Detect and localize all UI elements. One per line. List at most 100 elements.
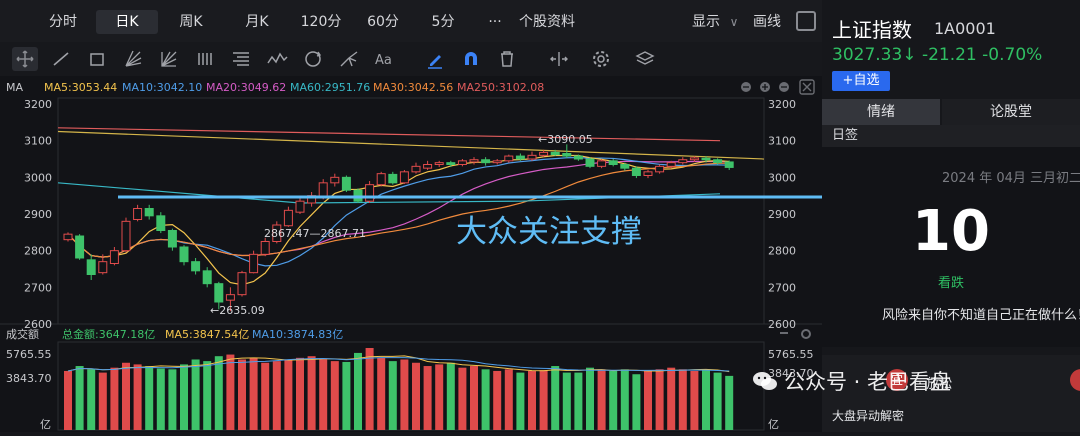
volume-bar (725, 375, 734, 430)
candle (631, 167, 641, 176)
volume-bar (98, 372, 107, 430)
draw-line-button[interactable]: 画线 (750, 10, 784, 34)
tab-120min[interactable]: 120分 (295, 10, 347, 34)
volume-bar (110, 367, 119, 430)
candle (365, 184, 375, 202)
text-tool-icon[interactable]: Aa (372, 47, 398, 71)
price-tick-right: 2800 (768, 245, 796, 258)
candle (608, 160, 618, 166)
volume-bar (586, 367, 594, 430)
volume-bar (481, 369, 490, 430)
magnet-icon[interactable] (458, 47, 484, 71)
price-tick-right: 2600 (768, 318, 796, 331)
candle (597, 160, 607, 167)
volume-bar (504, 369, 513, 430)
volume-bar (655, 369, 664, 430)
candle (423, 164, 433, 169)
volume-bar (528, 370, 536, 430)
tab-forum[interactable]: 论股堂 (942, 99, 1080, 125)
volume-bar (400, 359, 409, 430)
volume-bar (145, 366, 154, 430)
candle (724, 161, 734, 168)
volume-bar (342, 361, 351, 430)
daily-sign-label: 日签 (832, 128, 859, 143)
calendar-quote: 风险来自你不知道自己正在做什么！ (882, 308, 1080, 323)
volume-bar (319, 359, 328, 430)
volume-bar (620, 369, 629, 430)
zoom-horizontal-icon[interactable] (546, 47, 572, 71)
fibonacci-tool-icon[interactable] (228, 47, 254, 71)
tab-60min[interactable]: 60分 (360, 10, 406, 34)
candle (515, 155, 525, 160)
volume-bar (64, 370, 72, 430)
volume-bar (644, 370, 652, 430)
tab-more[interactable]: ··· (480, 10, 510, 34)
volume-bar (261, 362, 270, 430)
candle (504, 155, 514, 162)
daily-calendar-card: 2024 年 04月 三月初二 10 看跌 风险来自你不知道自己正在做什么！ (822, 147, 1080, 347)
chevron-down-icon[interactable]: ∨ (724, 10, 744, 34)
candle (109, 250, 119, 265)
volume-bar (249, 357, 258, 430)
volume-bar (180, 364, 188, 430)
gear-icon[interactable] (588, 47, 614, 71)
candle (643, 171, 653, 177)
volume-bar (667, 367, 676, 430)
volume-bar (75, 366, 84, 430)
volume-axis-max-right: 5765.55 (768, 348, 814, 361)
candle (225, 294, 235, 301)
fan-tool-icon[interactable] (120, 47, 146, 71)
candle (63, 233, 73, 241)
pen-icon[interactable] (422, 47, 448, 71)
tab-minute[interactable]: 分时 (40, 10, 86, 34)
candle (411, 165, 421, 173)
wechat-icon (752, 370, 778, 392)
volume-bar (470, 366, 478, 430)
cycle-tool-icon[interactable] (192, 47, 218, 71)
candle (678, 159, 688, 164)
volume-bar (272, 361, 281, 430)
tab-month-k[interactable]: 月K (232, 10, 282, 34)
volume-bar (551, 366, 560, 430)
kline-chart[interactable]: MA MA5:3053.44 MA10:3042.10 MA20:3049.62… (0, 76, 922, 432)
volume-bar (539, 370, 548, 430)
tab-5min[interactable]: 5分 (425, 10, 461, 34)
candle (562, 153, 572, 157)
volume-bar (365, 348, 374, 430)
volume-bar (423, 366, 432, 430)
volume-bar (702, 369, 710, 430)
price-tick-right: 2900 (768, 208, 796, 221)
ma10-legend: MA10:3042.10 (122, 81, 202, 94)
crosshair-icon[interactable] (12, 47, 38, 71)
wave-tool-icon[interactable] (264, 47, 290, 71)
right-tabs: 情绪 论股堂 (822, 99, 1080, 125)
calendar-date: 2024 年 04月 三月初二 (942, 171, 1080, 186)
volume-ma10-legend: MA10:3874.83亿 (252, 328, 343, 341)
price-tick-left: 2700 (24, 281, 52, 294)
price-tick-left: 3200 (24, 98, 52, 111)
gann-tool-icon[interactable] (156, 47, 182, 71)
volume-bar (632, 374, 641, 430)
price-tick-left: 2900 (24, 208, 52, 221)
price-tick-left: 3000 (24, 171, 52, 184)
tab-day-k[interactable]: 日K (96, 10, 158, 34)
panel-controls[interactable] (741, 82, 789, 92)
add-watchlist-button[interactable]: +自选 (832, 71, 890, 91)
candle (144, 208, 154, 217)
tab-stock-info[interactable]: 个股资料 (514, 10, 580, 34)
tab-week-k[interactable]: 周K (166, 10, 216, 34)
rectangle-tool-icon[interactable] (84, 47, 110, 71)
candle (179, 246, 189, 263)
trash-icon[interactable] (494, 47, 520, 71)
price-tick-right: 3000 (768, 171, 796, 184)
line-tool-icon[interactable] (48, 47, 74, 71)
tab-sentiment[interactable]: 情绪 (822, 99, 940, 125)
cycle-arrows-icon[interactable] (300, 47, 326, 71)
display-dropdown[interactable]: 显示 (690, 10, 722, 34)
pitchfork-tool-icon[interactable] (336, 47, 362, 71)
candle (701, 157, 711, 161)
volume-bar (156, 368, 165, 430)
maximize-icon[interactable] (796, 11, 816, 31)
volume-total-legend: 总金额:3647.18亿 (62, 327, 155, 341)
layers-icon[interactable] (632, 47, 658, 71)
